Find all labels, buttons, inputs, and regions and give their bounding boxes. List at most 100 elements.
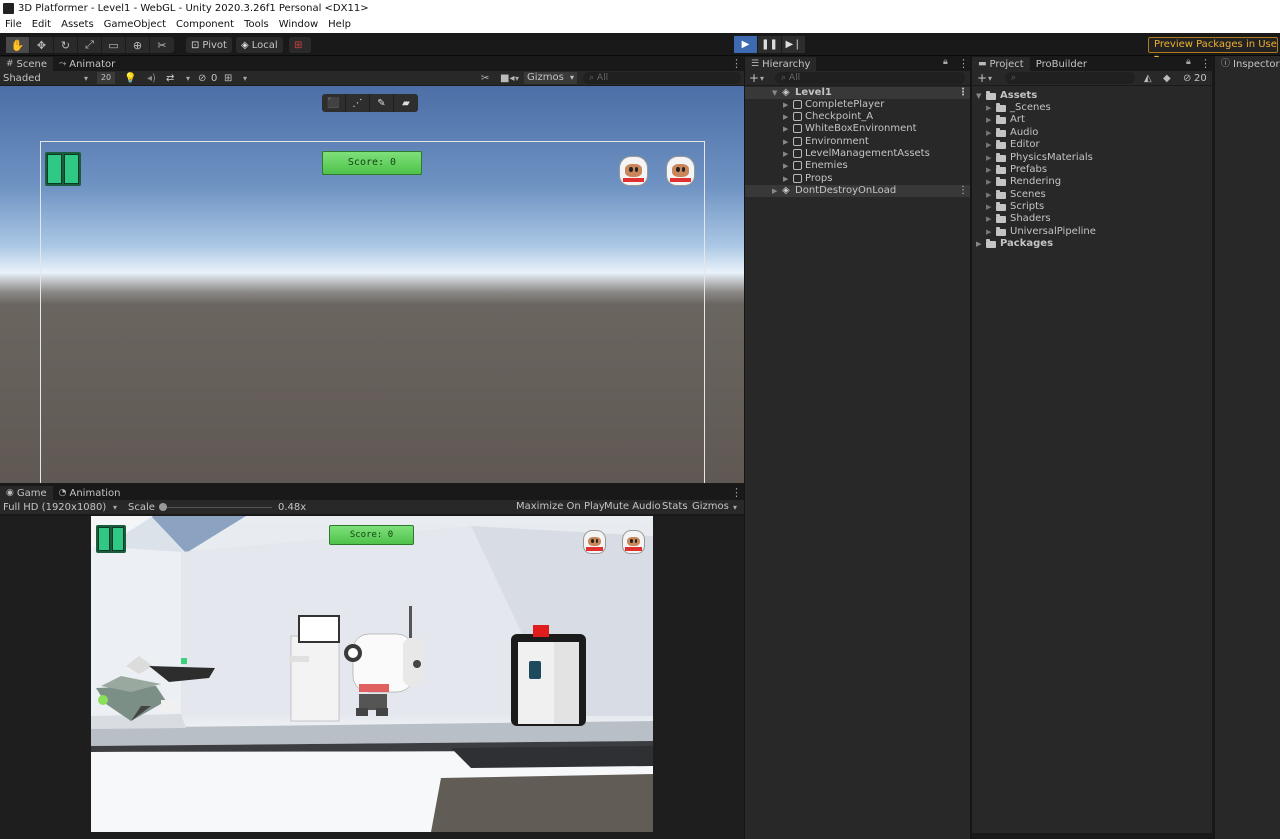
panel-divider[interactable] (970, 56, 972, 839)
hierarchy-item[interactable]: ▶ LevelManagementAssets (745, 148, 970, 160)
resolution-dropdown[interactable]: Full HD (1920x1080) (3, 502, 106, 513)
tab-game[interactable]: ◉ Game (0, 486, 53, 501)
hierarchy-scene-row[interactable]: ▼ ◈ Level1 ⋮ (745, 87, 970, 99)
game-panel-menu-icon[interactable]: ⋮ (731, 486, 742, 499)
audio-icon[interactable]: ◂) (147, 73, 156, 84)
grid-visibility-icon[interactable]: ⊞ (224, 73, 232, 84)
folder-item[interactable]: ▶ Prefabs (986, 164, 1186, 176)
menu-window[interactable]: Window (279, 17, 318, 33)
hierarchy-item[interactable]: ▶ Props (745, 173, 970, 185)
effects-icon[interactable]: ⇄ (166, 73, 174, 84)
folder-item[interactable]: ▶ Scripts (986, 201, 1186, 213)
menu-edit[interactable]: Edit (32, 17, 51, 33)
hierarchy-item[interactable]: ▶ Checkpoint_A (745, 111, 970, 123)
effects-chevron-icon[interactable]: ▾ (186, 74, 190, 83)
ddol-row-menu-icon[interactable]: ⋮ (958, 185, 968, 197)
folder-item[interactable]: ▶ Scenes (986, 189, 1186, 201)
custom-tool-icon[interactable]: ✂ (150, 37, 174, 53)
packages-root[interactable]: ▶ Packages (976, 238, 1176, 250)
tab-inspector[interactable]: ⓘ Inspector (1215, 57, 1280, 72)
hierarchy-ddol-row[interactable]: ▶ ◈ DontDestroyOnLoad ⋮ (745, 185, 970, 197)
hierarchy-item[interactable]: ▶ Environment (745, 136, 970, 148)
hierarchy-search-input[interactable]: ⌕ All (775, 72, 965, 84)
game-gizmos-toggle[interactable]: Gizmos (692, 501, 729, 512)
menu-component[interactable]: Component (176, 17, 234, 33)
menu-file[interactable]: File (5, 17, 22, 33)
play-icon[interactable]: ▶ (734, 36, 758, 53)
camera-chevron-icon[interactable]: ▾ (515, 74, 519, 83)
tools-icon[interactable]: ✂ (481, 73, 489, 84)
panel-divider[interactable] (744, 56, 745, 839)
folder-item[interactable]: ▶ Rendering (986, 176, 1186, 188)
gizmos-dropdown[interactable]: Gizmos ▾ (524, 72, 577, 84)
folder-item[interactable]: ▶ Shaders (986, 213, 1186, 225)
hierarchy-item[interactable]: ▶ Enemies (745, 160, 970, 172)
hidden-objects-icon[interactable]: ⊘ (198, 73, 206, 84)
move-tool-icon[interactable]: ✥ (30, 37, 54, 53)
search-by-type-icon[interactable]: ◭ (1144, 73, 1152, 84)
scale-slider-track[interactable] (160, 507, 272, 508)
project-add-chevron-icon[interactable]: ▾ (988, 74, 992, 83)
step-icon[interactable]: ▶❘ (782, 36, 806, 53)
stats-toggle[interactable]: Stats (662, 501, 688, 512)
menu-tools[interactable]: Tools (244, 17, 269, 33)
folder-item[interactable]: ▶ _Scenes (986, 102, 1186, 114)
hierarchy-add-icon[interactable]: + (749, 71, 759, 85)
camera-icon[interactable]: ■◂ (500, 73, 514, 84)
game-gizmos-chevron-icon[interactable]: ▾ (733, 503, 737, 512)
grid-chevron-icon[interactable]: ▾ (243, 74, 247, 83)
scale-tool-icon[interactable]: ⤢ (78, 37, 102, 53)
game-pause-hud-icon[interactable] (96, 525, 126, 553)
hand-tool-icon[interactable]: ✋ (6, 37, 30, 53)
search-by-label-icon[interactable]: ◆ (1163, 73, 1171, 84)
project-search-input[interactable]: ⌕ (1005, 72, 1135, 84)
folder-item[interactable]: ▶ Editor (986, 139, 1186, 151)
project-add-icon[interactable]: + (977, 71, 987, 85)
mute-audio-toggle[interactable]: Mute Audio (604, 501, 661, 512)
hierarchy-lock-icon[interactable]: 🔒︎ (943, 57, 948, 67)
grid-snap-button[interactable]: ⊞ (289, 37, 311, 53)
scene-search-input[interactable]: ⌕ All (583, 72, 741, 84)
packages-expand-icon[interactable]: ▶ (976, 238, 981, 250)
rect-tool-icon[interactable]: ▭ (102, 37, 126, 53)
local-button[interactable]: ◈ Local (236, 37, 283, 53)
tab-project[interactable]: ▬ Project (972, 57, 1030, 72)
hierarchy-item[interactable]: ▶ WhiteBoxEnvironment (745, 123, 970, 135)
hierarchy-item[interactable]: ▶ CompletePlayer (745, 99, 970, 111)
scene-expand-icon[interactable]: ▼ (772, 87, 777, 99)
tab-animation[interactable]: ◔ Animation (53, 486, 127, 501)
scene-row-menu-icon[interactable]: ⋮ (958, 87, 968, 99)
scale-slider-thumb[interactable] (159, 503, 167, 511)
folder-item[interactable]: ▶ UniversalPipeline (986, 226, 1186, 238)
tab-hierarchy[interactable]: ☰ Hierarchy (745, 57, 817, 72)
menu-help[interactable]: Help (328, 17, 351, 33)
shading-mode-dropdown[interactable]: Shaded (3, 73, 41, 84)
scene-viewport[interactable]: ⬛ ⋰ ✎ ▰ Score: 0 (0, 86, 744, 483)
toggle-2d-button[interactable]: 20 (97, 72, 115, 84)
menu-assets[interactable]: Assets (61, 17, 94, 33)
folder-item[interactable]: ▶ PhysicsMaterials (986, 152, 1186, 164)
project-menu-icon[interactable]: ⋮ (1200, 57, 1211, 70)
lighting-icon[interactable]: 💡 (124, 73, 136, 84)
game-viewport[interactable]: Score: 0 (91, 516, 653, 832)
hierarchy-add-chevron-icon[interactable]: ▾ (760, 74, 764, 83)
face-icon[interactable]: ▰ (394, 94, 418, 112)
pause-icon[interactable]: ❚❚ (758, 36, 782, 53)
tab-scene[interactable]: # Scene (0, 57, 54, 72)
hidden-packages-icon[interactable]: ⊘ (1183, 73, 1191, 84)
preview-packages-button[interactable]: Preview Packages in Use ▾ (1148, 37, 1278, 64)
folder-item[interactable]: ▶ Art (986, 114, 1186, 126)
assets-expand-icon[interactable]: ▼ (976, 90, 981, 102)
vertex-icon[interactable]: ⋰ (346, 94, 370, 112)
project-lock-icon[interactable]: 🔒︎ (1186, 57, 1191, 67)
maximize-on-play-toggle[interactable]: Maximize On Play (516, 501, 605, 512)
scene-panel-menu-icon[interactable]: ⋮ (731, 57, 742, 70)
menu-gameobject[interactable]: GameObject (104, 17, 166, 33)
tab-animator[interactable]: ⤳ Animator (53, 57, 121, 72)
pivot-button[interactable]: ⊡ Pivot (186, 37, 232, 53)
folder-item[interactable]: ▶ Audio (986, 127, 1186, 139)
edge-icon[interactable]: ✎ (370, 94, 394, 112)
hierarchy-menu-icon[interactable]: ⋮ (958, 57, 969, 70)
transform-tool-icon[interactable]: ⊕ (126, 37, 150, 53)
cube-icon[interactable]: ⬛ (322, 94, 346, 112)
